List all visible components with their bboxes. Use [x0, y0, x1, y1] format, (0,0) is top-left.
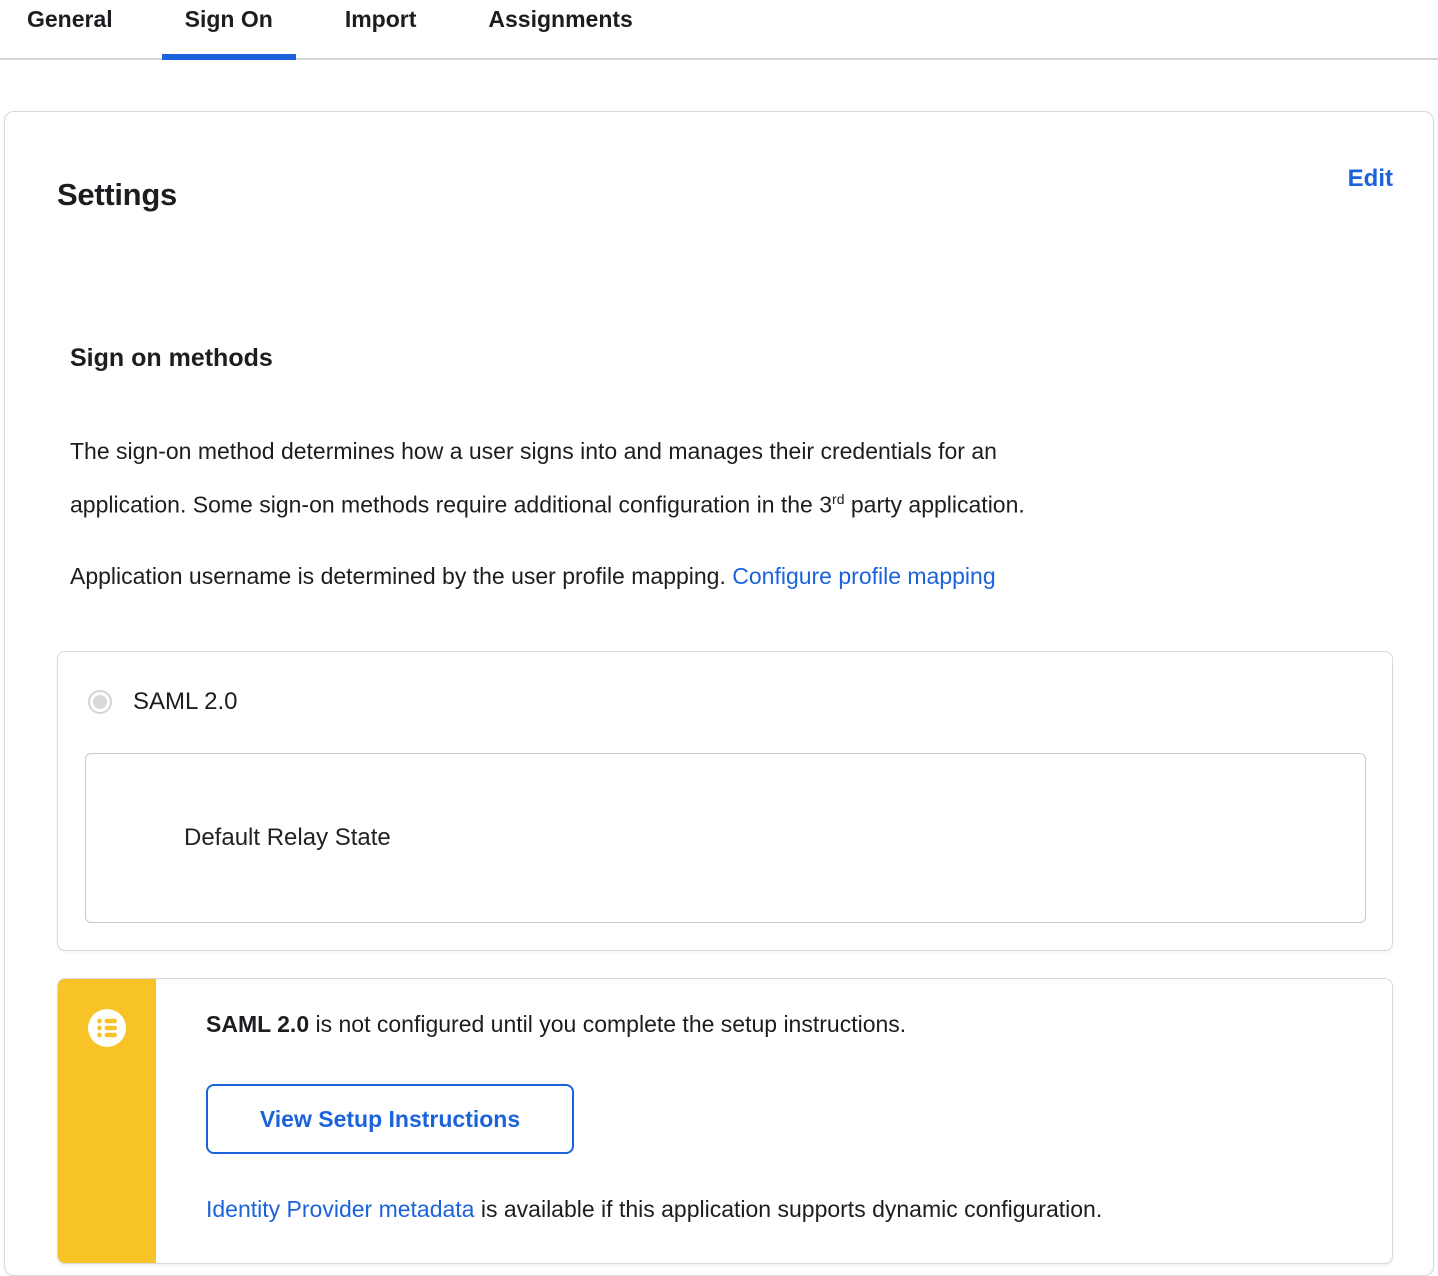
warning-message: SAML 2.0 is not configured until you com… — [206, 1011, 1102, 1038]
description-line2: application. Some sign-on methods requir… — [70, 491, 833, 518]
settings-card-header: Settings Edit — [57, 156, 1393, 234]
default-relay-state-field: Default Relay State — [85, 753, 1366, 924]
description-line2-end: party application. — [844, 491, 1025, 518]
saml-radio[interactable] — [88, 690, 112, 715]
warning-message-bold: SAML 2.0 — [206, 1011, 310, 1038]
identity-provider-metadata-link[interactable]: Identity Provider metadata — [206, 1196, 474, 1222]
saml-method-box: SAML 2.0 Default Relay State — [57, 651, 1393, 952]
username-text: Application username is determined by th… — [70, 563, 733, 590]
metadata-rest: is available if this application support… — [474, 1196, 1103, 1223]
configure-profile-mapping-link[interactable]: Configure profile mapping — [732, 563, 995, 589]
sign-on-methods-heading: Sign on methods — [70, 343, 273, 372]
settings-title: Settings — [57, 176, 177, 212]
tab-general[interactable]: General — [4, 0, 136, 58]
warning-content: SAML 2.0 is not configured until you com… — [156, 979, 1142, 1263]
tab-assignments[interactable]: Assignments — [465, 0, 655, 58]
view-setup-instructions-button[interactable]: View Setup Instructions — [206, 1084, 574, 1155]
app-tab-bar: General Sign On Import Assignments — [0, 0, 1438, 60]
edit-link[interactable]: Edit — [1348, 165, 1393, 193]
username-description: Application username is determined by th… — [70, 552, 1393, 600]
description-line1: The sign-on method determines how a user… — [70, 437, 997, 464]
saml-radio-label: SAML 2.0 — [133, 688, 238, 716]
saml-radio-row: SAML 2.0 — [58, 652, 1392, 716]
tab-sign-on[interactable]: Sign On — [161, 0, 297, 60]
list-icon — [88, 1009, 126, 1048]
description-superscript: rd — [832, 490, 845, 507]
settings-card: Settings Edit Sign on methods The sign-o… — [4, 111, 1434, 1276]
warning-banner: SAML 2.0 is not configured until you com… — [57, 978, 1393, 1265]
tab-import[interactable]: Import — [322, 0, 440, 58]
warning-stripe — [58, 979, 156, 1264]
metadata-text: Identity Provider metadata is available … — [206, 1196, 1102, 1223]
sign-on-description: The sign-on method determines how a user… — [70, 427, 1393, 529]
warning-message-rest: is not configured until you complete the… — [309, 1011, 907, 1038]
relay-state-label: Default Relay State — [184, 824, 391, 852]
